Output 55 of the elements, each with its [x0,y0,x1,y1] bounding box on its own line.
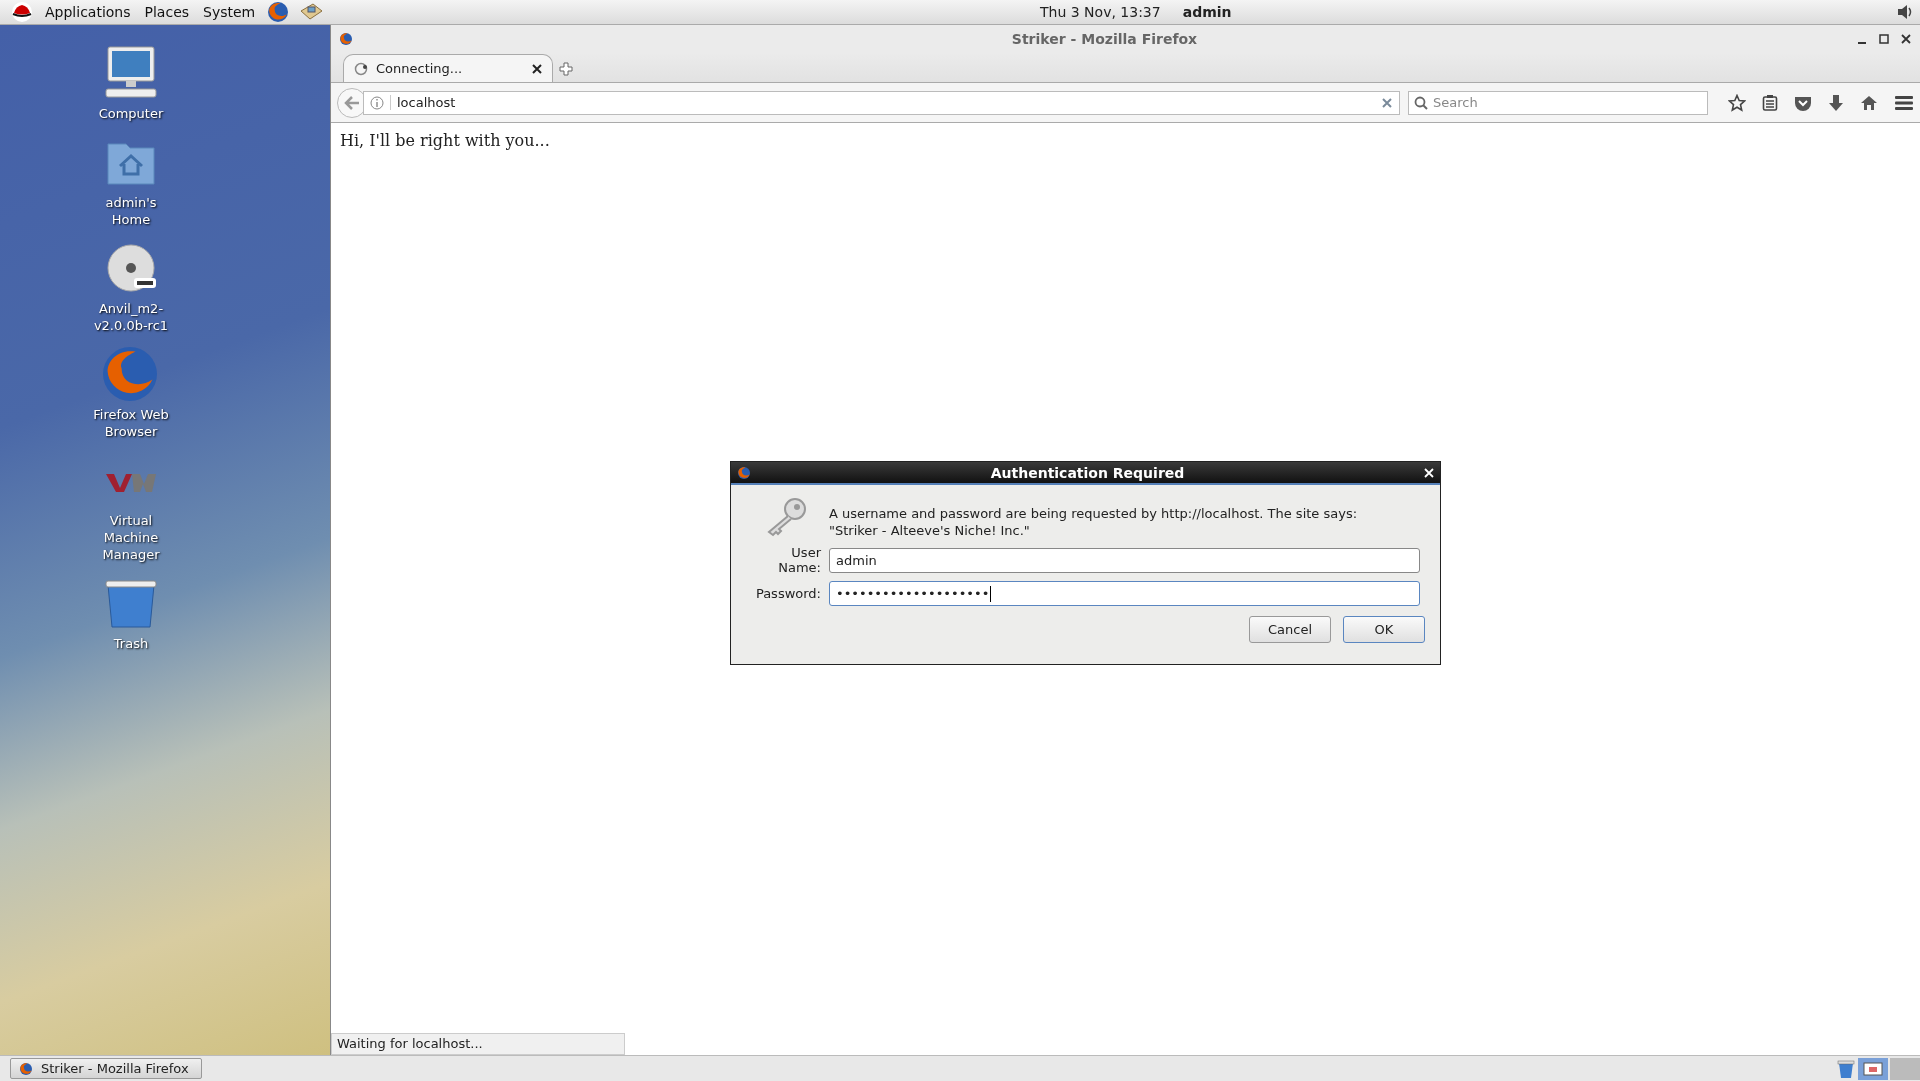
url-text[interactable]: localhost [390,95,1375,110]
icon-label[interactable]: admin's Home [88,194,174,228]
window-thumbnail-icon [1863,1061,1883,1076]
address-bar[interactable]: localhost [363,90,1400,115]
panel-menu[interactable]: Places [137,4,197,20]
trash-icon[interactable] [1836,1058,1856,1079]
home-icon[interactable] [1860,94,1878,111]
computer-icon[interactable] [102,45,160,101]
search-icon [1414,95,1428,110]
firefox-icon [19,1061,33,1076]
dialog-title: Authentication Required [989,464,1186,481]
clear-icon[interactable] [1381,96,1393,109]
pocket-icon[interactable] [1794,94,1812,111]
password-field[interactable]: •••••••••••••••••••• [829,581,1420,606]
back-arrow-icon [344,94,360,111]
search-placeholder[interactable]: Search [1433,95,1478,110]
cancel-button[interactable]: Cancel [1249,616,1331,643]
taskbar-button[interactable]: Striker - Mozilla Firefox [10,1058,202,1079]
icon-label[interactable]: Anvil_m2-v2.0.0b-rc1 [88,300,174,334]
clock-text[interactable]: Thu 3 Nov, 13:37 [1040,4,1161,20]
input-field[interactable]: admin [829,547,1420,573]
page-text: Hi, I'll be right with you... [339,130,551,152]
close-icon[interactable] [532,63,542,74]
icon-label[interactable]: Firefox Web Browser [88,406,174,440]
search-field[interactable]: Search [1408,90,1708,115]
icon-label[interactable]: Computer [98,105,164,122]
user-name[interactable]: admin [1182,4,1232,20]
workspace-switcher[interactable] [1890,1057,1920,1080]
hat-icon[interactable] [11,1,33,23]
browser-tab[interactable]: Connecting... [343,54,553,82]
download-icon[interactable] [1828,93,1844,112]
tab-title: Connecting... [376,61,464,76]
firefox-icon [737,465,751,480]
close-icon[interactable] [1900,33,1912,45]
info-icon [370,95,384,110]
ok-button[interactable]: OK [1343,616,1425,643]
key-icon [765,497,809,537]
clipboard-icon[interactable] [1762,93,1778,112]
loading-icon [354,61,368,76]
firefox-icon[interactable] [267,1,290,23]
menu-icon[interactable] [1894,94,1914,111]
dialog-message: A username and password are being requested by http://localhost. The site says: "Striker - Alteeve's Niche! Inc." [829,505,1359,539]
icon-label[interactable]: Virtual Machine Manager [88,512,174,563]
panel-menu[interactable]: Applications [38,4,138,20]
status-text: Waiting for localhost... [331,1033,625,1055]
window-title: Striker - Mozilla Firefox [1010,31,1199,47]
workspace-switcher[interactable] [1858,1057,1888,1080]
firefox-icon [339,32,353,46]
new-tab-icon[interactable] [559,62,573,76]
maximize-icon[interactable] [1878,33,1890,45]
panel-menu[interactable]: System [196,4,263,20]
field-label: User Name: [777,545,821,575]
volume-icon[interactable] [1896,3,1914,21]
field-label: Password: [754,586,821,601]
star-icon[interactable] [1728,93,1746,112]
